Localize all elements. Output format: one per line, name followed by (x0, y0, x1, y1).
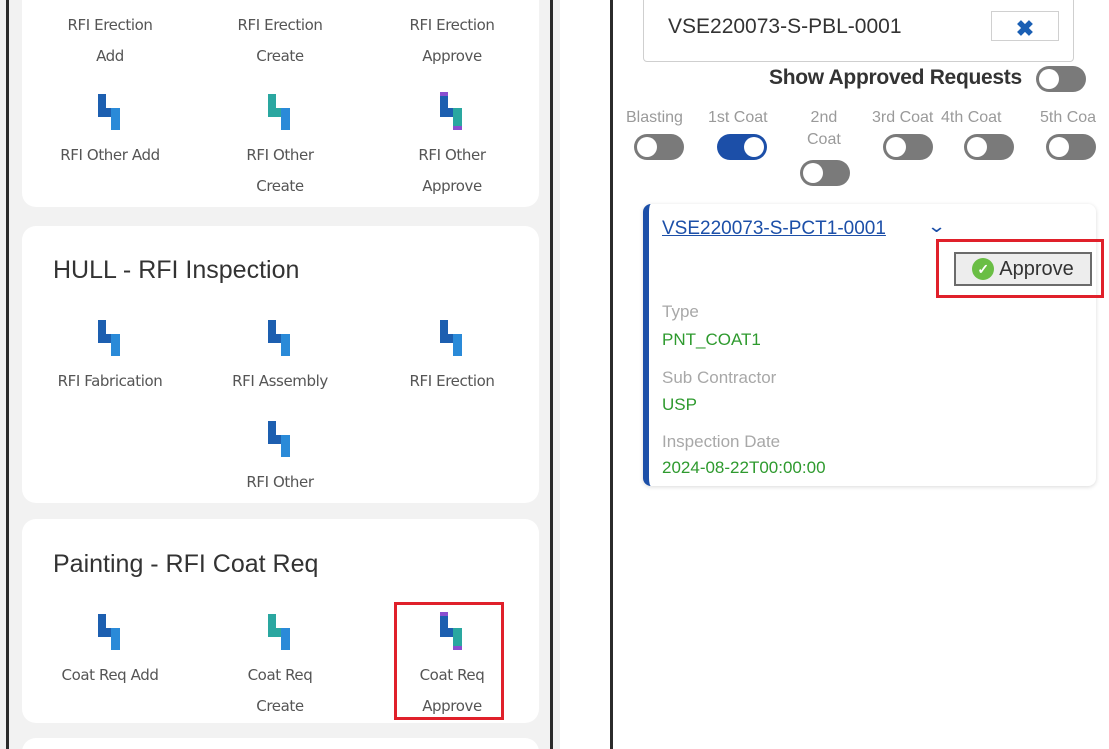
approve-requests-panel: VSE220073-S-PBL-0001 ✖ Show Approved Req… (560, 0, 1109, 749)
toggle-2nd-coat[interactable] (800, 160, 850, 186)
coat-label-4th: 4th Coat (941, 109, 1002, 126)
toggle-blasting[interactable] (634, 134, 684, 160)
tile-label: Coat Req Add (61, 666, 159, 684)
tile-label: RFI Erection Create (237, 16, 323, 65)
clear-button[interactable]: ✖ (991, 11, 1059, 41)
pipe-elbow-icon (268, 421, 290, 457)
coat-label-blasting: Blasting (626, 109, 683, 126)
module-menu-panel: RFI Erection Add RFI Erection Create RFI E… (0, 0, 560, 749)
type-value: PNT_COAT1 (662, 330, 761, 349)
close-icon: ✖ (1015, 16, 1035, 41)
sub-contractor-label: Sub Contractor (662, 368, 777, 387)
tile-label: RFI Other Add (60, 146, 160, 164)
tile-rfi-other-approve[interactable]: RFI Other Approve (377, 92, 527, 202)
device-frame-edge (610, 0, 613, 749)
coat-label-1st: 1st Coat (708, 109, 768, 126)
inspection-date-label: Inspection Date (662, 432, 781, 451)
tile-rfi-assembly[interactable]: RFI Assembly (205, 318, 355, 397)
show-approved-label: Show Approved Requests (769, 66, 1022, 89)
tile-coat-req-add[interactable]: Coat Req Add (35, 612, 185, 691)
tile-coat-req-approve[interactable]: Coat Req Approve (377, 612, 527, 722)
tile-label: RFI Other (246, 473, 314, 491)
pipe-elbow-icon (440, 92, 462, 130)
device-frame-edge (550, 0, 553, 749)
tile-label: RFI Other Create (246, 146, 314, 195)
hull-rfi-inspection-card: HULL - RFI Inspection RFI Fabrication RF… (22, 226, 539, 503)
coat-label-3rd: 3rd Coat (872, 109, 934, 126)
request-card: VSE220073-S-PCT1-0001 ⌄ ✓ Approve Type P… (643, 204, 1096, 486)
search-value: VSE220073-S-PBL-0001 (668, 15, 902, 38)
pipe-elbow-icon (98, 614, 120, 650)
coat-label-2nd: 2nd Coat (807, 109, 841, 148)
tile-label: RFI Erection Approve (409, 16, 495, 65)
tile-label: RFI Erection Add (67, 16, 153, 65)
tile-label: RFI Erection (409, 372, 495, 390)
tile-rfi-erection-create[interactable]: RFI Erection Create (205, 10, 355, 72)
tile-rfi-other-create[interactable]: RFI Other Create (205, 92, 355, 202)
pipe-elbow-icon (268, 320, 290, 356)
toggle-5th-coat[interactable] (1046, 134, 1096, 160)
card-title: Painting - RFI Coat Req (53, 550, 319, 578)
card-title: HULL - RFI Inspection (53, 256, 300, 284)
approve-button[interactable]: ✓ Approve (954, 252, 1092, 286)
chevron-down-icon[interactable]: ⌄ (927, 216, 947, 237)
tile-rfi-erection-approve[interactable]: RFI Erection Approve (377, 10, 527, 72)
toggle-1st-coat[interactable] (717, 134, 767, 160)
tile-rfi-other-add[interactable]: RFI Other Add (35, 92, 185, 171)
type-label: Type (662, 302, 699, 321)
inspection-date-value: 2024-08-22T00:00:00 (662, 458, 826, 477)
pipe-elbow-icon (268, 94, 290, 130)
tile-label: RFI Assembly (232, 372, 328, 390)
approve-label: Approve (999, 257, 1074, 280)
pipe-elbow-icon (268, 614, 290, 650)
tile-rfi-fabrication[interactable]: RFI Fabrication (35, 318, 185, 397)
pipe-elbow-icon (98, 320, 120, 356)
check-icon: ✓ (972, 258, 995, 280)
toggle-3rd-coat[interactable] (883, 134, 933, 160)
rfi-erection-other-card: RFI Erection Add RFI Erection Create RFI E… (22, 0, 539, 207)
device-frame-edge (6, 0, 9, 749)
request-id-link[interactable]: VSE220073-S-PCT1-0001 (662, 218, 886, 240)
tile-label: RFI Fabrication (57, 372, 163, 390)
tile-label: Coat Req Create (247, 666, 313, 715)
tile-rfi-other[interactable]: RFI Other (205, 419, 355, 498)
request-search-input[interactable]: VSE220073-S-PBL-0001 ✖ (643, 0, 1074, 62)
toggle-4th-coat[interactable] (964, 134, 1014, 160)
coat-label-5th: 5th Coa (1040, 109, 1097, 126)
pipe-elbow-icon (440, 320, 462, 356)
show-approved-toggle[interactable] (1036, 66, 1086, 92)
sub-contractor-value: USP (662, 395, 697, 414)
tile-coat-req-create[interactable]: Coat Req Create (205, 612, 355, 722)
tile-label: Coat Req Approve (419, 666, 485, 715)
tile-rfi-erection[interactable]: RFI Erection (377, 318, 527, 397)
pipe-elbow-icon (440, 612, 462, 650)
next-section-card (22, 738, 539, 749)
painting-rfi-coat-req-card: Painting - RFI Coat Req Coat Req Add Coa… (22, 519, 539, 723)
tile-rfi-erection-add[interactable]: RFI Erection Add (35, 10, 185, 72)
tile-label: RFI Other Approve (418, 146, 486, 195)
pipe-elbow-icon (98, 94, 120, 130)
